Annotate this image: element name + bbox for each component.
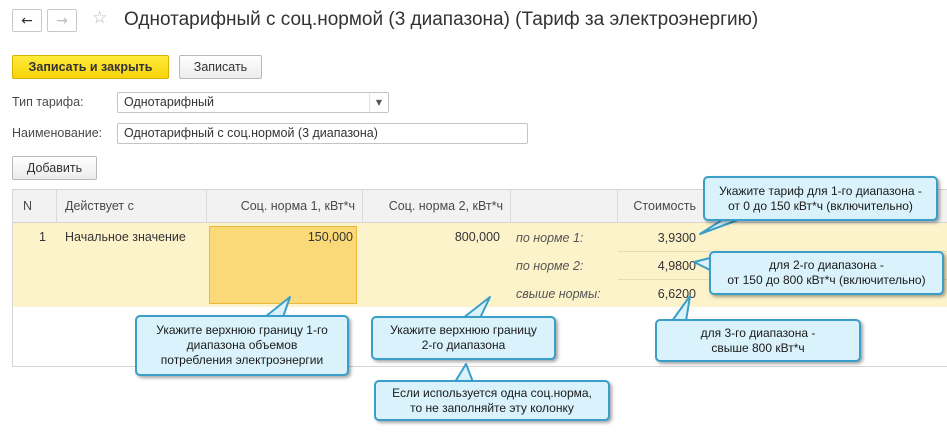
callout-text: свыше 800 кВт*ч [711,340,805,355]
name-input[interactable]: Однотарифный с соц.нормой (3 диапазона) [117,123,528,144]
row-norm1[interactable]: 150,000 [213,230,353,244]
callout-text: от 0 до 150 кВт*ч (включительно) [728,198,913,213]
callout-text: 2-го диапазона [421,338,506,352]
callout-single-norm: Если используется одна соц.норма, то не … [374,380,610,421]
callout-range3: для 3-го диапазона - свыше 800 кВт*ч [655,319,861,362]
callout-text: Укажите верхнюю границу 1-го [156,323,328,337]
column-header-valid-from[interactable]: Действует с [65,190,134,222]
column-header-norm1[interactable]: Соц. норма 1, кВт*ч [209,190,355,222]
column-header-cost[interactable]: Стоимость [620,190,696,222]
tariff-type-label: Тип тарифа: [12,95,84,109]
range-cost[interactable]: 6,6200 [620,287,696,301]
forward-button[interactable]: → [47,9,77,32]
range-label: по норме 2: [516,259,584,273]
callout-range2: для 2-го диапазона - от 150 до 800 кВт*ч… [709,251,944,295]
range-cost[interactable]: 4,9800 [620,259,696,273]
arrow-left-icon: ← [21,12,33,29]
callout-text: Укажите верхнюю границу [390,323,537,337]
back-button[interactable]: ← [12,9,42,32]
callout-norm2: Укажите верхнюю границу 2-го диапазона [371,316,556,360]
save-and-close-button[interactable]: Записать и закрыть [12,55,169,79]
callout-text: Укажите тариф для 1-го диапазона - [719,183,922,198]
name-label: Наименование: [12,126,103,140]
callout-range1: Укажите тариф для 1-го диапазона - от 0 … [703,176,938,221]
range-label: свыше нормы: [516,287,601,301]
column-header-n[interactable]: N [23,190,32,222]
column-header-norm2[interactable]: Соц. норма 2, кВт*ч [365,190,503,222]
range-cost[interactable]: 3,9300 [620,231,696,245]
callout-norm1: Укажите верхнюю границу 1-го диапазона о… [135,315,349,376]
favorite-star-icon[interactable]: ☆ [92,8,107,28]
row-valid-from[interactable]: Начальное значение [65,230,186,244]
tariff-type-select[interactable]: Однотарифный ▼ [117,92,389,113]
tariff-type-value: Однотарифный [124,95,214,109]
callout-text: для 2-го диапазона - [769,258,884,272]
callout-text: диапазона объемов [186,338,298,352]
callout-text: Если используется одна соц.норма, [392,385,592,400]
range-label: по норме 1: [516,231,584,245]
arrow-right-icon: → [56,12,68,29]
row-norm2[interactable]: 800,000 [365,230,500,244]
callout-text: для 3-го диапазона - [700,325,816,340]
dropdown-arrow-icon[interactable]: ▼ [369,93,388,112]
callout-text: то не заполняйте эту колонку [410,400,574,415]
add-row-button[interactable]: Добавить [12,156,97,180]
row-number: 1 [39,230,46,244]
callout-text: от 150 до 800 кВт*ч (включительно) [727,273,926,287]
window-title: Однотарифный с соц.нормой (3 диапазона) … [124,9,759,30]
save-button[interactable]: Записать [179,55,262,79]
callout-text: потребления электроэнергии [160,353,324,367]
